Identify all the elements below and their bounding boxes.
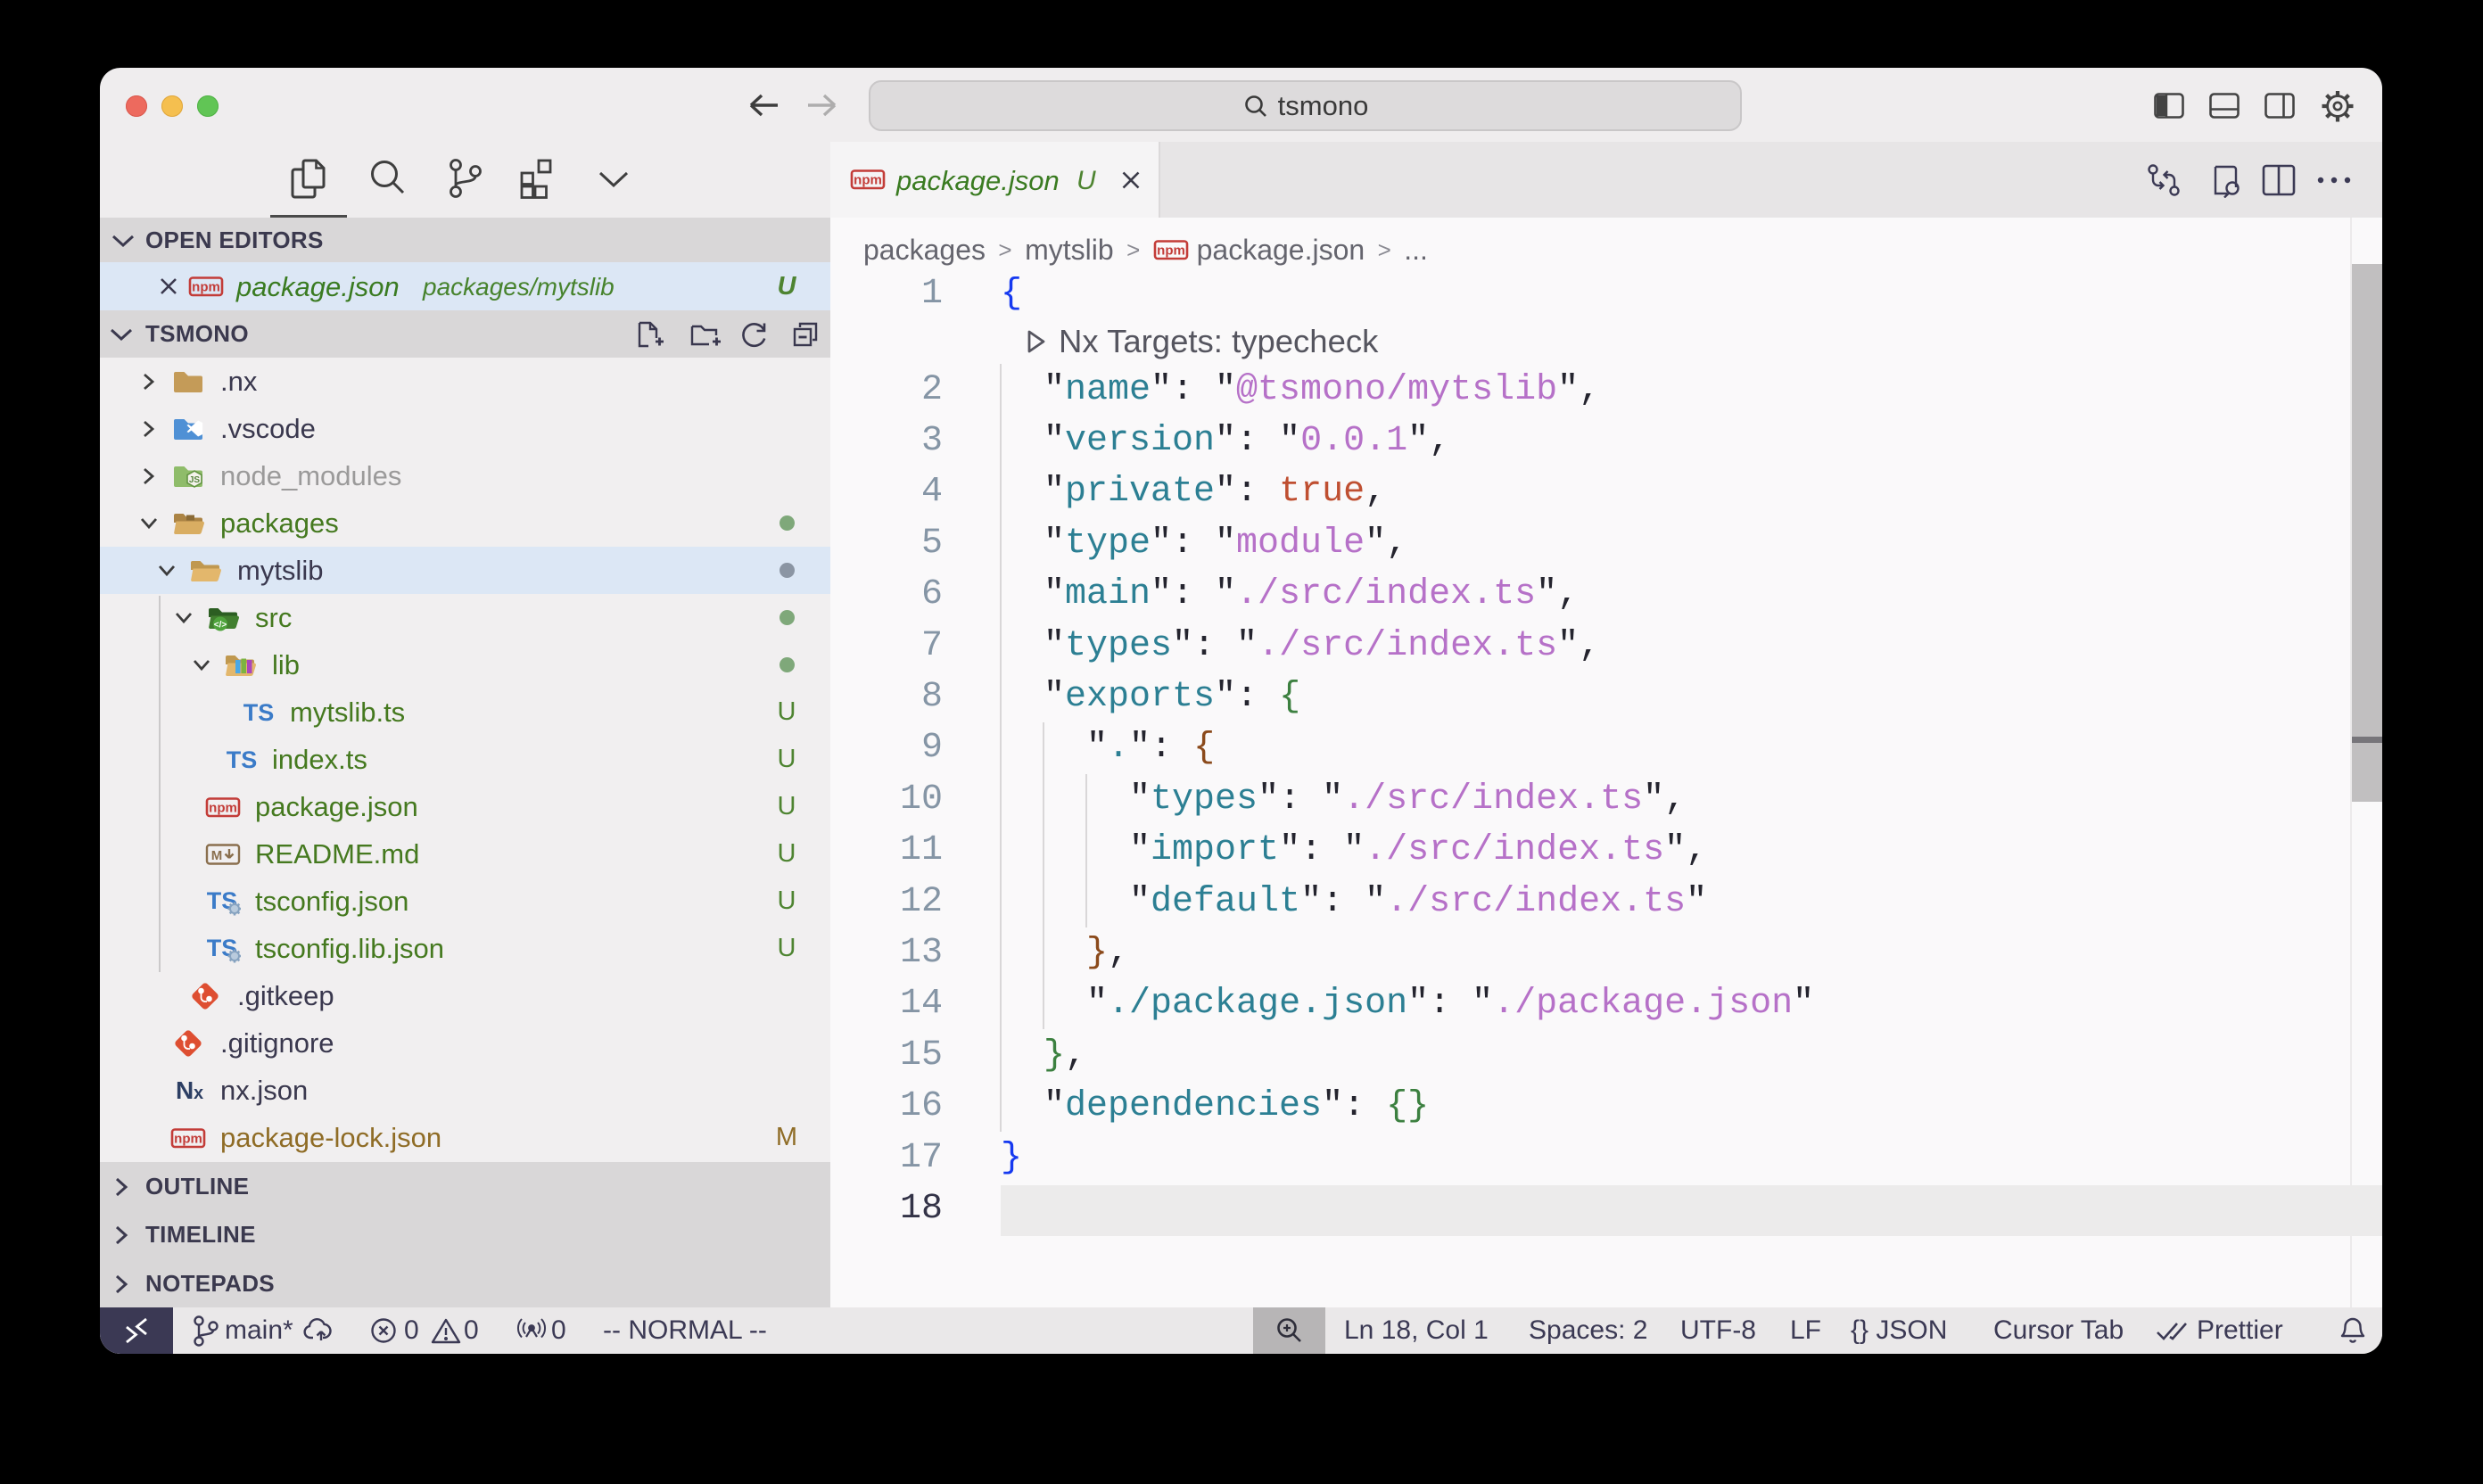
svg-text:N: N — [176, 1077, 194, 1104]
svg-text:</>: </> — [214, 620, 227, 630]
svg-text:TS: TS — [227, 746, 258, 773]
svg-text:TS: TS — [243, 699, 275, 726]
svg-text:JS: JS — [189, 475, 201, 485]
svg-text:npm: npm — [209, 800, 237, 815]
svg-text:npm: npm — [192, 280, 220, 295]
svg-text:M: M — [211, 848, 223, 863]
svg-text:npm: npm — [174, 1131, 202, 1146]
svg-text:x: x — [194, 1084, 203, 1103]
